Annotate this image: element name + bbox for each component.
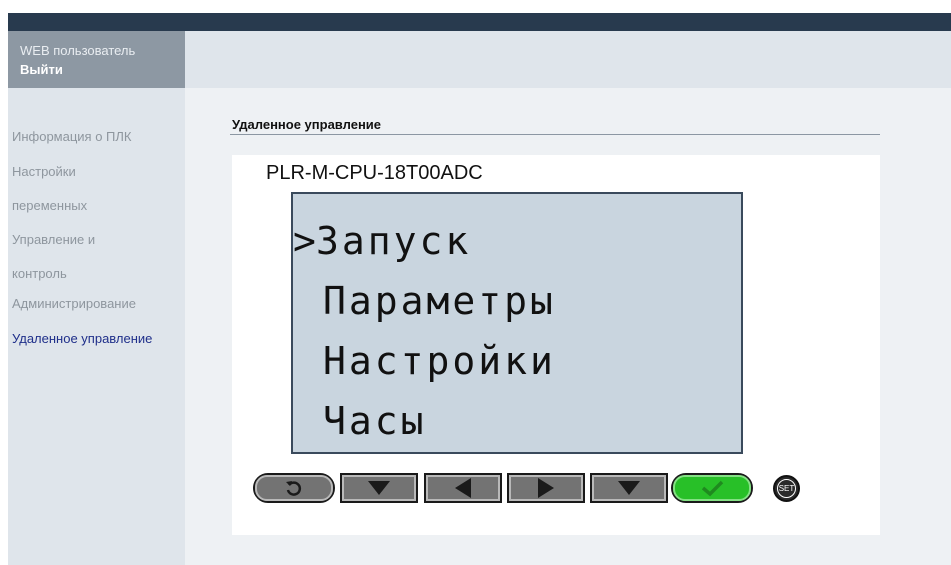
logout-link[interactable]: Выйти	[20, 62, 63, 77]
sidebar-item-variable-settings-cont[interactable]: переменных	[12, 198, 87, 213]
sidebar-item-plc-info[interactable]: Информация о ПЛК	[12, 129, 132, 144]
check-icon	[701, 480, 724, 497]
sidebar-item-remote-control[interactable]: Удаленное управление	[12, 331, 152, 346]
lcd-cursor: >	[293, 219, 319, 263]
lcd-line-clock: Часы	[323, 399, 427, 443]
triangle-right-icon	[538, 478, 554, 498]
lcd-screen: > Запуск Параметры Настройки Часы	[291, 192, 743, 454]
triangle-down-icon	[368, 481, 390, 495]
sidebar-item-administration[interactable]: Администрирование	[12, 296, 136, 311]
user-panel: WEB пользователь Выйти	[8, 31, 185, 88]
page-title: Удаленное управление	[232, 117, 382, 132]
device-model: PLR-M-CPU-18T00ADC	[266, 162, 483, 184]
lcd-line-settings: Настройки	[323, 339, 556, 383]
web-user-label: WEB пользователь	[20, 43, 136, 58]
set-button-label: SET	[777, 479, 796, 498]
left-button[interactable]	[424, 473, 502, 503]
back-button[interactable]	[253, 473, 335, 503]
title-divider	[230, 134, 880, 135]
set-button[interactable]: SET	[773, 475, 800, 502]
right-button[interactable]	[507, 473, 585, 503]
triangle-left-icon	[455, 478, 471, 498]
sidebar-item-variable-settings[interactable]: Настройки	[12, 164, 76, 179]
top-bar	[8, 13, 951, 31]
sidebar-item-control-cont[interactable]: контроль	[12, 266, 67, 281]
down-button-2[interactable]	[590, 473, 668, 503]
undo-arrow-icon	[286, 481, 302, 496]
ok-button[interactable]	[671, 473, 753, 503]
triangle-down-icon	[618, 481, 640, 495]
lcd-line-parameters: Параметры	[323, 279, 556, 323]
header-strip	[185, 31, 951, 88]
lcd-line-start: Запуск	[316, 219, 472, 263]
sidebar-item-control[interactable]: Управление и	[12, 232, 95, 247]
down-button[interactable]	[340, 473, 418, 503]
sidebar	[8, 88, 185, 565]
